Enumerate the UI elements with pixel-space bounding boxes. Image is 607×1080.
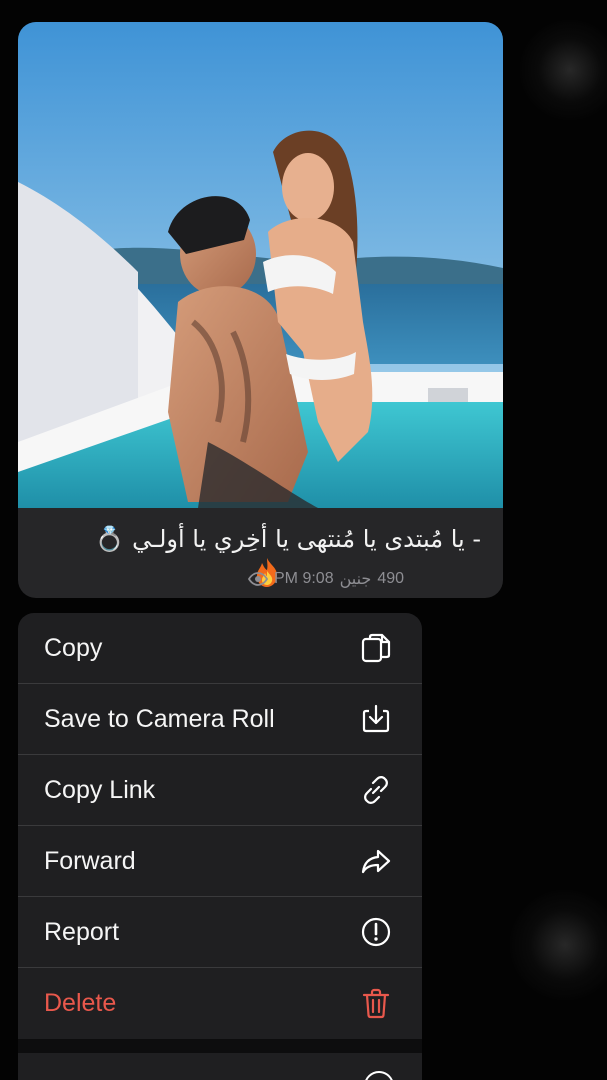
message-meta: PM 9:08 جنين 490	[247, 567, 405, 591]
message-photo[interactable]	[18, 22, 503, 508]
menu-item-copy[interactable]: Copy	[18, 613, 422, 684]
menu-item-label: Report	[44, 917, 120, 946]
message-caption: - يا مُبتدى يا مُنتهى يا أخِري يا أولـي …	[94, 525, 481, 553]
eye-icon	[247, 572, 269, 586]
blurred-background-shape	[520, 20, 607, 120]
menu-item-save-to-camera-roll[interactable]: Save to Camera Roll	[18, 684, 422, 755]
forward-icon	[361, 849, 391, 874]
context-menu: Copy Save to Camera Roll Copy Link Forwa…	[18, 613, 422, 1080]
menu-item-label: Delete	[44, 989, 117, 1017]
menu-item-label: Save to Camera Roll	[44, 704, 275, 733]
menu-item-label: Forward	[44, 846, 136, 875]
message-views: 490	[377, 570, 405, 587]
message-date: جنين	[339, 571, 372, 588]
menu-item-report[interactable]: Report	[18, 897, 422, 968]
menu-item-label: Copy Link	[44, 775, 156, 804]
copy-icon	[361, 633, 391, 663]
menu-section-separator	[18, 1039, 422, 1053]
message-bubble[interactable]: - يا مُبتدى يا مُنتهى يا أخِري يا أولـي …	[18, 22, 503, 598]
report-icon	[361, 917, 391, 947]
trash-icon	[362, 988, 390, 1018]
save-to-camera-roll-icon	[362, 704, 390, 733]
menu-item-label: Copy	[44, 633, 103, 662]
link-icon	[364, 776, 388, 804]
circle-icon	[364, 1071, 394, 1080]
menu-item-delete[interactable]: Delete	[18, 968, 422, 1039]
screen: - يا مُبتدى يا مُنتهى يا أخِري يا أولـي …	[0, 0, 607, 1080]
message-time: PM 9:08	[274, 570, 334, 587]
menu-item-copy-link[interactable]: Copy Link	[18, 755, 422, 826]
menu-item-forward[interactable]: Forward	[18, 826, 422, 897]
photo-image	[18, 22, 503, 508]
blurred-background-shape	[510, 890, 607, 1000]
menu-item-more[interactable]	[18, 1053, 422, 1080]
